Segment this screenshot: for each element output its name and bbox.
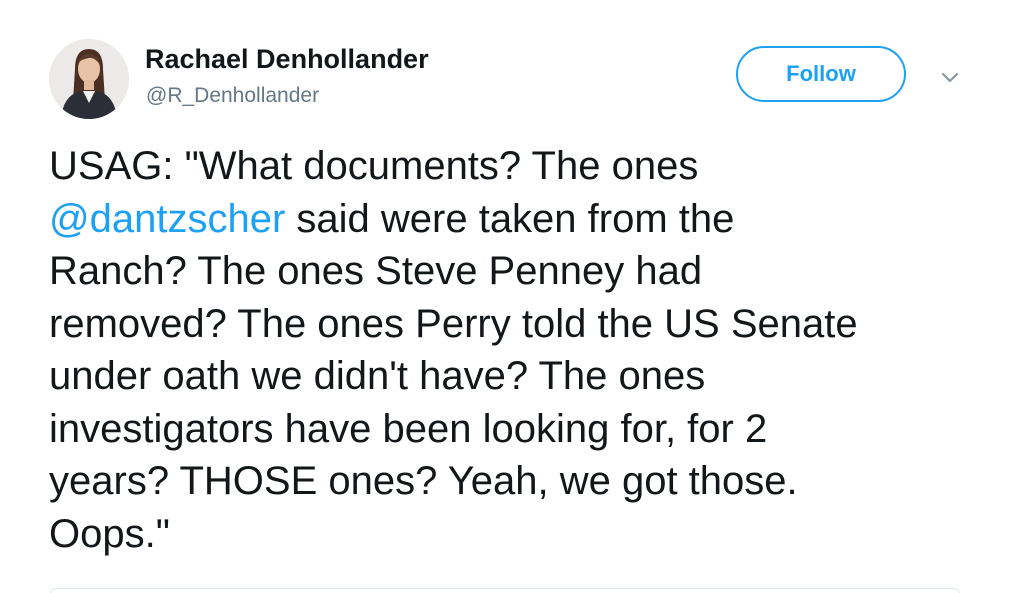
tweet-text-segment: removed? The ones Perry told the US Sena… (49, 301, 858, 346)
tweet-text: USAG: "What documents? The ones @dantzsch… (49, 140, 989, 560)
tweet-line: @dantzscher said were taken from the (49, 193, 989, 246)
tweet-card: Rachael Denhollander @R_Denhollander Fol… (0, 0, 1024, 593)
tweet-text-segment: under oath we didn't have? The ones (49, 354, 706, 398)
follow-button[interactable]: Follow (736, 46, 906, 102)
tweet-line: removed? The ones Perry told the US Sena… (49, 298, 989, 351)
tweet-line: Oops." (49, 508, 989, 561)
tweet-text-segment: USAG: "What documents? The ones (49, 144, 699, 188)
avatar[interactable] (49, 39, 129, 119)
author-name[interactable]: Rachael Denhollander (145, 44, 429, 75)
tweet-text-segment: investigators have been looking for, for… (49, 406, 768, 451)
profile-photo-icon (49, 39, 129, 119)
chevron-down-icon[interactable] (938, 70, 962, 86)
tweet-text-segment: years? THOSE ones? Yeah, we got those. (49, 459, 798, 503)
tweet-line: Ranch? The ones Steve Penney had (49, 245, 989, 298)
tweet-text-segment: Oops." (49, 511, 170, 556)
tweet-line: under oath we didn't have? The ones (49, 350, 989, 403)
tweet-line: USAG: "What documents? The ones (49, 140, 989, 193)
tweet-text-segment: Ranch? The ones Steve Penney had (49, 249, 703, 293)
tweet-text-segment: said were taken from the (285, 196, 735, 241)
tweet-line: years? THOSE ones? Yeah, we got those. (49, 455, 989, 508)
mention-link[interactable]: @dantzscher (49, 197, 285, 241)
action-bar-edge (50, 588, 960, 593)
author-handle[interactable]: @R_Denhollander (146, 84, 319, 108)
tweet-line: investigators have been looking for, for… (49, 403, 989, 456)
